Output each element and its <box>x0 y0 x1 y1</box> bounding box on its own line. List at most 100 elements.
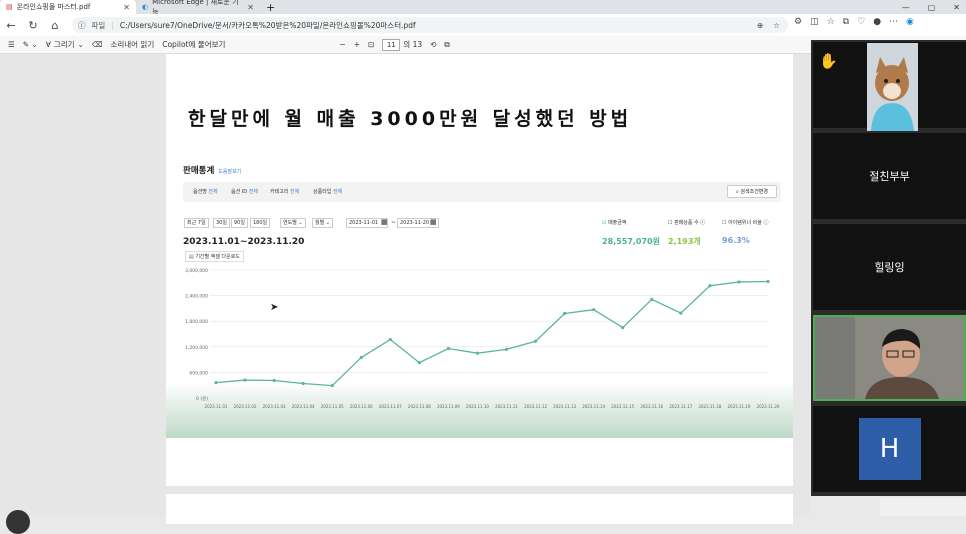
fit-page-icon[interactable]: ⊡ <box>368 40 374 49</box>
tab-pdf-label: 온라인쇼핑몰 마스터.pdf <box>16 3 91 11</box>
page-view-icon[interactable]: ⧉ <box>444 40 449 50</box>
filter-option-id: 옵션 ID 전체 <box>231 188 258 195</box>
zoom-out-button[interactable]: − <box>339 40 345 49</box>
participant-tile-2[interactable]: 힐링잉 <box>813 224 966 310</box>
select-yearly: 연도별 ⌄ <box>280 218 306 228</box>
y-tick-label: 2,400,000 <box>185 294 208 300</box>
data-point <box>650 297 654 302</box>
kpi-sales-label: ☑ 매출금액 <box>602 219 626 226</box>
kpi-label: 매출금액 <box>608 220 627 226</box>
contents-icon[interactable]: ☰ <box>8 40 15 49</box>
data-point <box>446 346 451 351</box>
checkbox-checked-icon: ☑ <box>602 220 607 226</box>
favorite-icon[interactable]: ☆ <box>773 21 780 30</box>
highlight-icon[interactable]: ✎ ⌄ <box>23 40 38 49</box>
x-tick-label: 2023.11.14 <box>582 404 605 409</box>
close-window-icon[interactable]: ✕ <box>953 3 960 12</box>
more-icon[interactable]: ⋯ <box>889 17 898 27</box>
excel-download-label: 기간별 엑셀 다운로드 <box>195 254 240 260</box>
data-point <box>679 311 683 315</box>
zoom-icon[interactable]: ⊕ <box>757 21 763 30</box>
eraser-icon[interactable]: ⌫ <box>92 40 103 49</box>
url-field[interactable]: ⓘ 파일 | C:/Users/sure7/OneDrive/문서/카카오톡%2… <box>72 17 788 33</box>
page-total: 의 13 <box>403 40 423 49</box>
close-icon[interactable]: ✕ <box>123 3 130 12</box>
copilot-button[interactable]: Copilot에 물어보기 <box>162 39 225 50</box>
browser-essentials-icon[interactable]: ♡ <box>857 17 865 27</box>
y-tick-label: 3,000,000 <box>185 268 208 274</box>
participant-tile-avatar[interactable]: ✋ <box>813 42 966 131</box>
data-point <box>621 326 625 330</box>
section-title-text: 판매통계 <box>183 166 215 176</box>
filter-value: 전체 <box>208 189 218 195</box>
filter-bar: 옵션명 전체 옵션 ID 전체 카테고리 전체 상품타입 전체 ⌕ 검색조건변경 <box>183 182 781 202</box>
collections-icon[interactable]: ⧉ <box>843 17 849 27</box>
select-monthly: 월별 ⌄ <box>312 218 333 228</box>
copilot-icon[interactable]: ◉ <box>906 17 914 27</box>
y-tick-label: 1,800,000 <box>185 319 208 325</box>
data-point <box>214 381 218 385</box>
filter-key: 옵션명 <box>193 189 207 195</box>
mouse-cursor-icon: ➤ <box>270 302 279 313</box>
search-icon: ⌕ <box>735 189 739 195</box>
date-btn-30d: 30일 <box>213 218 230 228</box>
kpi-sales-value: 28,557,070원 <box>602 237 660 246</box>
draw-button[interactable]: ∀ 그리기 ⌄ <box>46 39 84 50</box>
data-point <box>417 360 421 365</box>
refresh-icon[interactable]: ↻ <box>22 19 44 32</box>
profile-icon[interactable]: ● <box>873 17 881 27</box>
zoom-in-button[interactable]: + <box>354 40 360 49</box>
data-point <box>708 284 712 288</box>
home-icon[interactable]: ⌂ <box>44 19 66 32</box>
address-bar: ← ↻ ⌂ ⓘ 파일 | C:/Users/sure7/OneDrive/문서/… <box>0 14 966 36</box>
data-point <box>301 381 305 386</box>
page-number-input[interactable]: 11 <box>382 38 401 51</box>
document-viewer[interactable]: 한달만에 월 매출 3000만원 달성했던 방법 판매통계 도움말보기 옵션명 전… <box>0 54 810 534</box>
tab-edge[interactable]: ◐ Microsoft Edge | 새로운 기능 ✕ <box>136 0 260 16</box>
x-tick-label: 2023.11.01 <box>205 404 228 409</box>
filter-value: 전체 <box>333 189 343 195</box>
split-screen-icon[interactable]: ◫ <box>810 17 819 27</box>
back-icon[interactable]: ← <box>0 19 22 32</box>
participant-name: 절친부부 <box>869 170 910 183</box>
raised-hand-icon: ✋ <box>819 52 838 70</box>
data-point <box>563 311 567 316</box>
rotate-icon[interactable]: ⟲ <box>430 40 436 49</box>
data-point <box>592 308 596 312</box>
date-btn-90d: 90일 <box>231 218 248 228</box>
data-point <box>533 339 538 343</box>
x-tick-label: 2023.11.15 <box>611 404 634 409</box>
data-point <box>504 347 509 351</box>
search-condition-label: 검색조건변경 <box>740 189 768 195</box>
participant-tile-video[interactable] <box>813 315 966 401</box>
series-line <box>215 280 769 387</box>
participant-tile-3[interactable]: H <box>813 406 966 492</box>
filter-option-name: 옵션명 전체 <box>193 188 218 195</box>
data-point <box>359 355 363 360</box>
maximize-icon[interactable]: ▢ <box>928 3 936 12</box>
y-tick-label: 600,000 <box>189 370 208 376</box>
tab-pdf[interactable]: ▤ 온라인쇼핑몰 마스터.pdf ✕ <box>0 0 136 14</box>
read-aloud-button[interactable]: 소리내어 읽기 <box>110 39 154 50</box>
data-point <box>766 279 770 284</box>
checkbox-icon: ☐ <box>722 220 727 226</box>
date-btn-7d: 최근 7일 <box>184 218 209 228</box>
edge-icon: ◐ <box>142 3 149 11</box>
url-scheme-label: 파일 <box>91 20 106 30</box>
section-title: 판매통계 도움말보기 <box>183 164 241 176</box>
minimize-icon[interactable]: — <box>902 3 910 12</box>
avatar <box>867 43 918 131</box>
close-icon[interactable]: ✕ <box>247 3 254 12</box>
participant-tile-1[interactable]: 절친부부 <box>813 133 966 219</box>
help-icon: ⓘ <box>700 220 706 226</box>
filter-key: 카테고리 <box>270 189 289 195</box>
favorites-icon[interactable]: ☆ <box>827 17 835 27</box>
data-point <box>243 378 247 382</box>
page-headline: 한달만에 월 매출 3000만원 달성했던 방법 <box>188 108 633 130</box>
cat-avatar-icon <box>867 43 918 131</box>
select-yearly-label: 연도별 <box>283 220 297 226</box>
new-tab-button[interactable]: + <box>266 1 275 14</box>
extensions-icon[interactable]: ⚙ <box>794 17 802 27</box>
x-tick-label: 2023.11.13 <box>553 404 576 409</box>
draw-icon: ∀ <box>45 40 51 49</box>
